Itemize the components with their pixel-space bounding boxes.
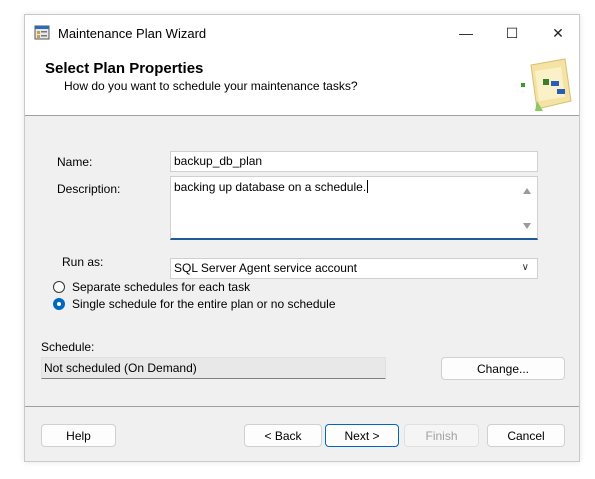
minimize-icon: — [459, 25, 473, 41]
radio-separate-schedules-label[interactable]: Separate schedules for each task [72, 280, 250, 294]
name-label: Name: [57, 155, 93, 169]
radio-single-schedule-label[interactable]: Single schedule for the entire plan or n… [72, 297, 336, 311]
footer-divider [25, 406, 579, 407]
schedule-display: Not scheduled (On Demand) [41, 357, 386, 379]
help-button[interactable]: Help [41, 424, 116, 447]
schedule-value: Not scheduled (On Demand) [44, 361, 197, 375]
maintenance-plan-wizard-window: Maintenance Plan Wizard — ☐ ✕ Select Pla… [24, 14, 580, 462]
run-as-label: Run as: [62, 255, 104, 269]
maintenance-plan-graphic-icon [513, 57, 573, 113]
radio-single-schedule[interactable] [53, 298, 65, 310]
name-input-value: backup_db_plan [174, 154, 263, 168]
back-button[interactable]: < Back [244, 424, 322, 447]
scroll-up-arrow-icon[interactable] [523, 188, 531, 194]
wizard-app-icon [34, 24, 51, 41]
text-cursor [367, 180, 369, 193]
next-button[interactable]: Next > [325, 424, 399, 447]
minimize-button[interactable]: — [443, 15, 489, 51]
change-schedule-button[interactable]: Change... [441, 357, 565, 380]
name-input[interactable]: backup_db_plan [170, 151, 538, 172]
finish-button: Finish [404, 424, 479, 447]
description-value: backing up database on a schedule. [174, 180, 367, 194]
radio-separate-schedules[interactable] [53, 281, 65, 293]
description-textarea[interactable]: backing up database on a schedule. [170, 176, 538, 240]
maximize-button[interactable]: ☐ [489, 15, 535, 51]
maximize-icon: ☐ [505, 24, 519, 41]
wizard-header-banner: Select Plan Properties How do you want t… [25, 51, 579, 116]
description-label: Description: [57, 182, 121, 196]
scroll-down-arrow-icon[interactable] [523, 223, 531, 229]
window-title: Maintenance Plan Wizard [58, 26, 207, 41]
chevron-down-icon: ∨ [521, 262, 529, 273]
title-bar[interactable]: Maintenance Plan Wizard — ☐ ✕ [25, 15, 579, 51]
close-icon: ✕ [552, 24, 564, 41]
page-title: Select Plan Properties [45, 60, 204, 77]
run-as-dropdown[interactable]: SQL Server Agent service account ∨ [170, 258, 538, 279]
schedule-label: Schedule: [41, 340, 95, 354]
run-as-value: SQL Server Agent service account [174, 261, 357, 275]
page-subtitle: How do you want to schedule your mainten… [64, 79, 358, 93]
close-button[interactable]: ✕ [535, 15, 581, 51]
cancel-button[interactable]: Cancel [487, 424, 565, 447]
